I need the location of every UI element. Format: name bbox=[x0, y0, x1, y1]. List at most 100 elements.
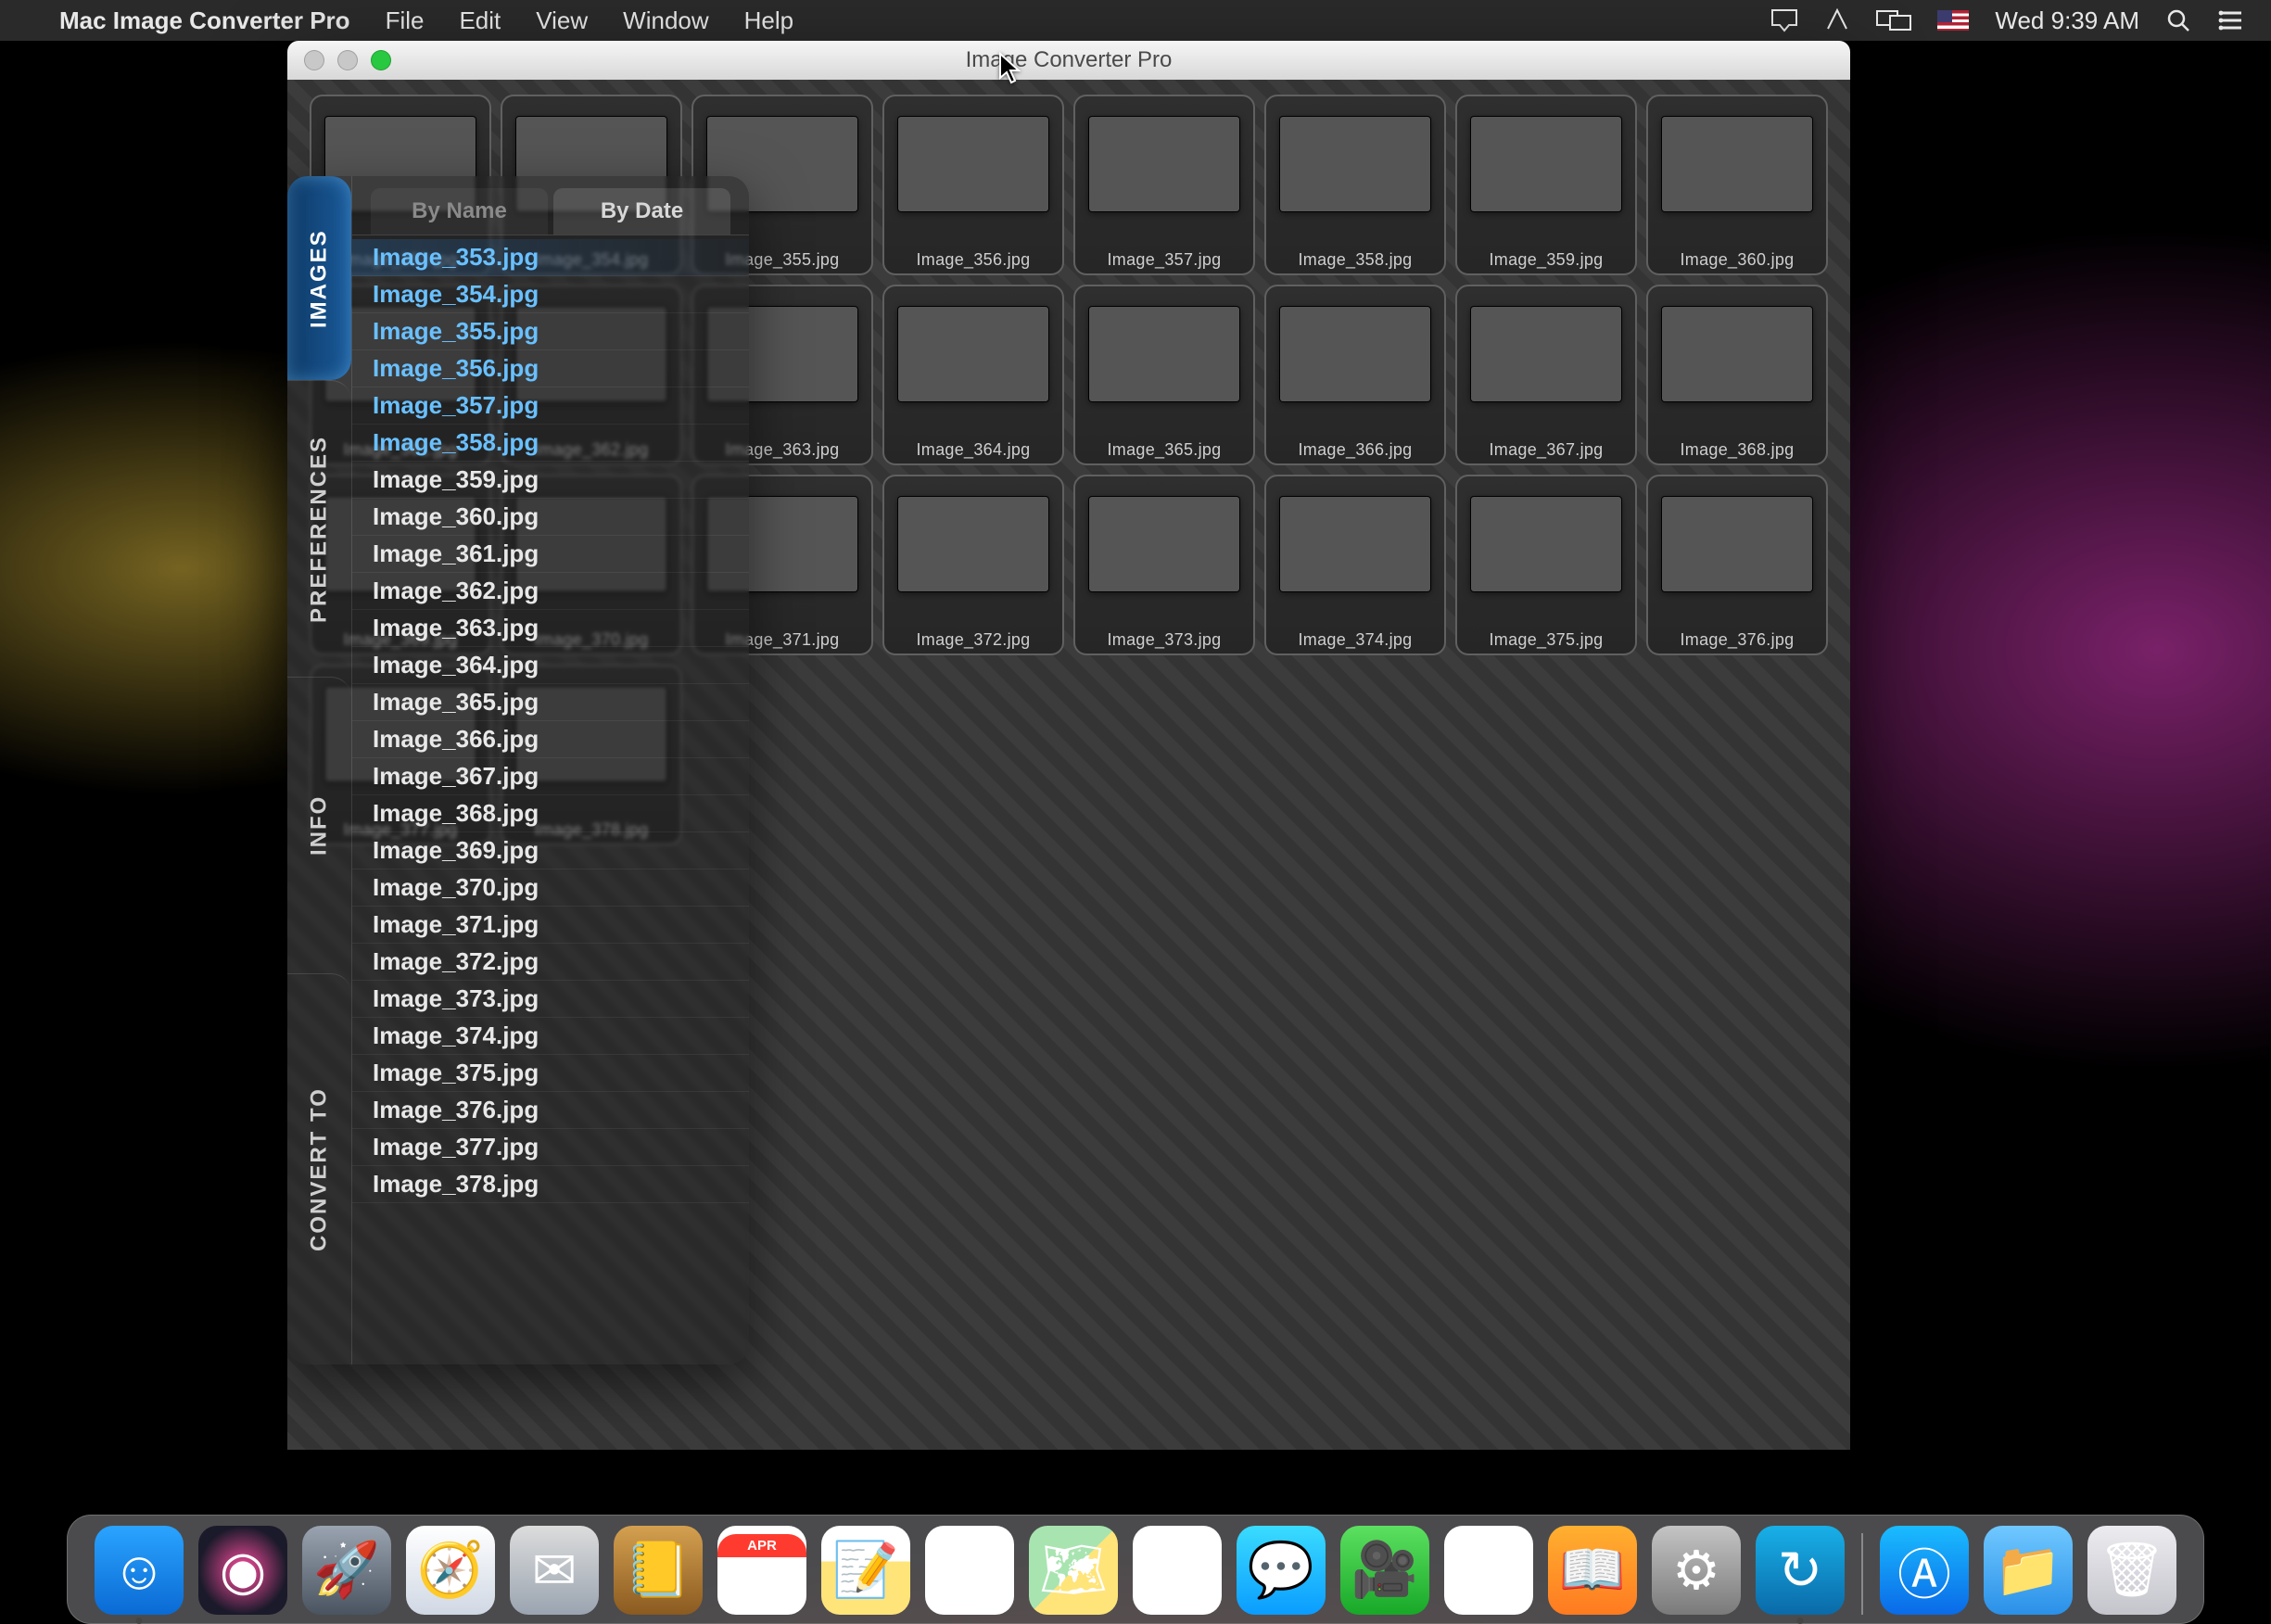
file-list-row[interactable]: Image_353.jpg bbox=[352, 239, 749, 276]
thumbnail-image bbox=[1280, 307, 1430, 401]
notification-center-icon[interactable] bbox=[2217, 9, 2243, 32]
menubar-clock[interactable]: Wed 9:39 AM bbox=[1995, 6, 2139, 35]
file-list-row[interactable]: Image_371.jpg bbox=[352, 907, 749, 944]
thumbnail[interactable]: Image_358.jpg bbox=[1264, 95, 1446, 275]
file-list-row[interactable]: Image_357.jpg bbox=[352, 387, 749, 425]
thumbnail-caption: Image_359.jpg bbox=[1490, 250, 1604, 270]
file-list-row[interactable]: Image_360.jpg bbox=[352, 499, 749, 536]
thumbnail-image bbox=[1471, 307, 1621, 401]
side-tab-convert-to[interactable]: CONVERT TO bbox=[287, 973, 351, 1364]
thumbnail[interactable]: Image_359.jpg bbox=[1455, 95, 1637, 275]
thumbnail-caption: Image_358.jpg bbox=[1299, 250, 1413, 270]
thumbnail-caption: Image_372.jpg bbox=[917, 630, 1031, 650]
dock-app-trash[interactable]: 🗑 bbox=[2087, 1526, 2176, 1615]
thumbnail-image bbox=[1662, 497, 1812, 591]
dock-app-photos[interactable]: ✿ bbox=[1133, 1526, 1222, 1615]
file-list[interactable]: Image_353.jpgImage_354.jpgImage_355.jpgI… bbox=[352, 235, 749, 1364]
file-list-row[interactable]: Image_364.jpg bbox=[352, 647, 749, 684]
side-tab-preferences[interactable]: PREFERENCES bbox=[287, 380, 351, 677]
file-list-row[interactable]: Image_375.jpg bbox=[352, 1055, 749, 1092]
file-list-row[interactable]: Image_369.jpg bbox=[352, 832, 749, 869]
file-list-row[interactable]: Image_373.jpg bbox=[352, 981, 749, 1018]
file-list-row[interactable]: Image_370.jpg bbox=[352, 869, 749, 907]
dock-app-notes[interactable]: 📝 bbox=[821, 1526, 910, 1615]
menubar-app-name[interactable]: Mac Image Converter Pro bbox=[59, 6, 350, 35]
thumbnail-image bbox=[898, 497, 1048, 591]
file-list-row[interactable]: Image_378.jpg bbox=[352, 1166, 749, 1203]
menu-help[interactable]: Help bbox=[744, 6, 793, 35]
file-list-row[interactable]: Image_367.jpg bbox=[352, 758, 749, 795]
file-list-row[interactable]: Image_361.jpg bbox=[352, 536, 749, 573]
thumbnail[interactable]: Image_360.jpg bbox=[1646, 95, 1828, 275]
thumbnail[interactable]: Image_357.jpg bbox=[1073, 95, 1255, 275]
menu-file[interactable]: File bbox=[386, 6, 425, 35]
thumbnail[interactable]: Image_368.jpg bbox=[1646, 285, 1828, 465]
side-tab-images[interactable]: IMAGES bbox=[287, 176, 351, 380]
file-list-row[interactable]: Image_368.jpg bbox=[352, 795, 749, 832]
file-list-row[interactable]: Image_363.jpg bbox=[352, 610, 749, 647]
dock-app-appstore[interactable]: Ⓐ bbox=[1880, 1526, 1969, 1615]
thumbnail[interactable]: Image_367.jpg bbox=[1455, 285, 1637, 465]
dock-app-downloads[interactable]: 📁 bbox=[1984, 1526, 2073, 1615]
dock-app-settings[interactable]: ⚙ bbox=[1652, 1526, 1741, 1615]
thumbnail[interactable]: Image_356.jpg bbox=[882, 95, 1064, 275]
thumbnail-image bbox=[1280, 497, 1430, 591]
dock-app-finder[interactable]: ☺ bbox=[95, 1526, 184, 1615]
input-source-flag[interactable] bbox=[1937, 10, 1969, 31]
thumbnail[interactable]: Image_366.jpg bbox=[1264, 285, 1446, 465]
dock-app-calendar[interactable]: APR25 bbox=[717, 1526, 806, 1615]
file-list-row[interactable]: Image_358.jpg bbox=[352, 425, 749, 462]
dock-app-mail[interactable]: ✉ bbox=[510, 1526, 599, 1615]
dock-app-converter[interactable]: ↻ bbox=[1756, 1526, 1845, 1615]
file-list-row[interactable]: Image_377.jpg bbox=[352, 1129, 749, 1166]
file-list-row[interactable]: Image_362.jpg bbox=[352, 573, 749, 610]
dock-app-facetime[interactable]: 🎥 bbox=[1340, 1526, 1429, 1615]
sort-by-date[interactable]: By Date bbox=[553, 188, 730, 235]
file-list-row[interactable]: Image_365.jpg bbox=[352, 684, 749, 721]
spotlight-icon[interactable] bbox=[2165, 7, 2191, 33]
menu-view[interactable]: View bbox=[536, 6, 588, 35]
thumbnail[interactable]: Image_375.jpg bbox=[1455, 475, 1637, 655]
file-list-row[interactable]: Image_354.jpg bbox=[352, 276, 749, 313]
thumbnail-caption: Image_356.jpg bbox=[917, 250, 1031, 270]
window-titlebar[interactable]: Image Converter Pro bbox=[287, 41, 1850, 80]
dock-app-launchpad[interactable]: 🚀 bbox=[302, 1526, 391, 1615]
side-tab-strip: IMAGES PREFERENCES INFO CONVERT TO bbox=[287, 176, 352, 1364]
dock-app-safari[interactable]: 🧭 bbox=[406, 1526, 495, 1615]
dock-app-siri[interactable]: ◉ bbox=[198, 1526, 287, 1615]
dock-app-messages[interactable]: 💬 bbox=[1237, 1526, 1326, 1615]
dock-app-ibooks[interactable]: 📖 bbox=[1548, 1526, 1637, 1615]
file-list-row[interactable]: Image_372.jpg bbox=[352, 944, 749, 981]
menu-window[interactable]: Window bbox=[623, 6, 708, 35]
dock-app-reminders[interactable]: ☑ bbox=[925, 1526, 1014, 1615]
thumbnail-image bbox=[1280, 117, 1430, 211]
thumbnail[interactable]: Image_374.jpg bbox=[1264, 475, 1446, 655]
file-list-row[interactable]: Image_376.jpg bbox=[352, 1092, 749, 1129]
file-list-row[interactable]: Image_359.jpg bbox=[352, 462, 749, 499]
side-tab-info[interactable]: INFO bbox=[287, 677, 351, 973]
thumbnail-caption: Image_366.jpg bbox=[1299, 440, 1413, 460]
dock-app-itunes[interactable]: ♫ bbox=[1444, 1526, 1533, 1615]
file-list-row[interactable]: Image_366.jpg bbox=[352, 721, 749, 758]
thumbnail[interactable]: Image_373.jpg bbox=[1073, 475, 1255, 655]
thumbnail[interactable]: Image_376.jpg bbox=[1646, 475, 1828, 655]
thumbnail[interactable]: Image_365.jpg bbox=[1073, 285, 1255, 465]
thumbnail-image bbox=[1089, 117, 1239, 211]
sort-tabs: By Name By Date bbox=[352, 176, 749, 235]
script-icon[interactable] bbox=[1824, 8, 1850, 32]
thumbnail[interactable]: Image_372.jpg bbox=[882, 475, 1064, 655]
thumbnail-image bbox=[898, 117, 1048, 211]
file-list-row[interactable]: Image_374.jpg bbox=[352, 1018, 749, 1055]
file-list-row[interactable]: Image_356.jpg bbox=[352, 350, 749, 387]
dock-app-maps[interactable]: 🗺 bbox=[1029, 1526, 1118, 1615]
thumbnail-image bbox=[898, 307, 1048, 401]
file-list-row[interactable]: Image_355.jpg bbox=[352, 313, 749, 350]
sort-by-name[interactable]: By Name bbox=[371, 188, 548, 235]
dock: ☺◉🚀🧭✉📒APR25📝☑🗺✿💬🎥♫📖⚙↻ Ⓐ📁🗑 bbox=[67, 1515, 2204, 1624]
menu-edit[interactable]: Edit bbox=[459, 6, 501, 35]
airplay-icon[interactable] bbox=[1770, 8, 1798, 32]
thumbnail-image bbox=[1089, 497, 1239, 591]
thumbnail[interactable]: Image_364.jpg bbox=[882, 285, 1064, 465]
displays-icon[interactable] bbox=[1876, 8, 1911, 32]
dock-app-contacts[interactable]: 📒 bbox=[614, 1526, 703, 1615]
